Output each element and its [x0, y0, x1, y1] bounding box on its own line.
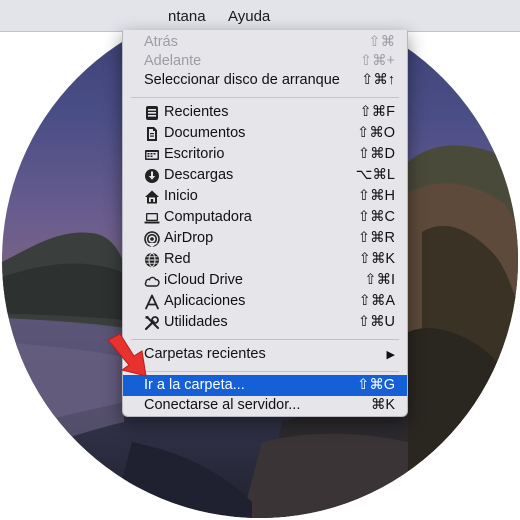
menu-item-shortcut: ⇧⌘O	[357, 125, 395, 141]
menu-item-label: Utilidades	[164, 314, 228, 330]
menu-item-icloud-drive[interactable]: iCloud Drive ⇧⌘I	[123, 270, 407, 291]
menu-item-home[interactable]: Inicio ⇧⌘H	[123, 186, 407, 207]
menu-item-label: Red	[164, 251, 191, 267]
menu-item-label: Atrás	[144, 34, 178, 50]
menu-item-shortcut: ⇧⌘+	[359, 53, 395, 69]
airdrop-icon	[144, 231, 160, 247]
menu-item-forward[interactable]: Adelante ⇧⌘+	[123, 51, 407, 72]
menu-item-label: Documentos	[164, 125, 246, 141]
menu-item-airdrop[interactable]: AirDrop ⇧⌘R	[123, 228, 407, 249]
menu-item-label: AirDrop	[164, 230, 214, 246]
menu-item-downloads[interactable]: Descargas ⌥⌘L	[123, 165, 407, 186]
menu-bar: ntana Ayuda	[0, 0, 520, 32]
menu-item-shortcut: ⇧⌘↑	[361, 72, 395, 88]
menu-item-label: iCloud Drive	[164, 272, 243, 288]
icloud-icon	[144, 276, 160, 287]
menu-item-label: Carpetas recientes	[144, 346, 266, 362]
menu-item-utilities[interactable]: Utilidades ⇧⌘U	[123, 312, 407, 333]
menu-item-network[interactable]: Red ⇧⌘K	[123, 249, 407, 270]
menu-item-label: Escritorio	[164, 146, 225, 162]
menu-separator	[131, 339, 399, 340]
menu-item-shortcut: ⇧⌘K	[358, 251, 395, 267]
menu-item-label: Recientes	[164, 104, 229, 120]
red-arrow-icon	[107, 334, 147, 377]
menu-item-shortcut: ⇧⌘U	[357, 314, 395, 330]
computer-icon	[144, 213, 160, 224]
menu-item-computer[interactable]: Computadora ⇧⌘C	[123, 207, 407, 228]
menu-item-shortcut: ⇧⌘F	[359, 104, 395, 120]
menu-item-label: Computadora	[164, 209, 252, 225]
menu-item-applications[interactable]: Aplicaciones ⇧⌘A	[123, 291, 407, 312]
menu-item-shortcut: ⇧⌘A	[358, 293, 395, 309]
go-menu-dropdown: Atrás ⇧⌘ Adelante ⇧⌘+ Seleccionar disco …	[122, 30, 408, 417]
menu-item-shortcut: ⇧⌘	[368, 34, 395, 50]
menu-item-shortcut: ⇧⌘H	[357, 188, 395, 204]
menu-separator	[131, 97, 399, 98]
menu-item-label: Seleccionar disco de arranque	[144, 72, 340, 88]
menu-item-shortcut: ⇧⌘G	[357, 377, 395, 393]
utilities-icon	[144, 316, 159, 331]
menu-item-shortcut: ⇧⌘R	[357, 230, 395, 246]
menu-item-startup-disk[interactable]: Seleccionar disco de arranque ⇧⌘↑	[123, 70, 407, 91]
menu-item-recent-folders[interactable]: Carpetas recientes ▶	[123, 344, 407, 365]
menu-item-desktop[interactable]: Escritorio ⇧⌘D	[123, 144, 407, 165]
network-icon	[145, 253, 159, 267]
menu-item-shortcut: ⌘K	[370, 397, 395, 413]
menu-item-label: Inicio	[164, 188, 198, 204]
menu-item-label: Ir a la carpeta...	[144, 377, 245, 393]
documents-icon	[147, 127, 157, 141]
applications-icon	[145, 294, 159, 310]
menu-item-connect-server[interactable]: Conectarse al servidor... ⌘K	[123, 395, 407, 416]
recents-icon	[146, 106, 158, 120]
menu-item-label: Adelante	[144, 53, 202, 69]
menu-item-back[interactable]: Atrás ⇧⌘	[123, 32, 407, 53]
menu-bar-window[interactable]: ntana	[168, 8, 206, 25]
menu-item-go-to-folder[interactable]: Ir a la carpeta... ⇧⌘G	[123, 375, 407, 396]
menu-separator	[131, 371, 399, 372]
menu-item-shortcut: ⌥⌘L	[355, 167, 395, 183]
submenu-arrow-icon: ▶	[386, 349, 395, 361]
menu-item-shortcut: ⇧⌘C	[357, 209, 395, 225]
desktop-icon	[145, 150, 159, 160]
downloads-icon	[145, 169, 159, 183]
menu-item-shortcut: ⇧⌘I	[364, 272, 395, 288]
menu-item-documents[interactable]: Documentos ⇧⌘O	[123, 123, 407, 144]
menu-item-label: Conectarse al servidor...	[144, 397, 301, 413]
home-icon	[145, 190, 159, 204]
menu-item-recents[interactable]: Recientes ⇧⌘F	[123, 102, 407, 123]
menu-item-label: Aplicaciones	[164, 293, 246, 309]
menu-item-label: Descargas	[164, 167, 234, 183]
menu-item-shortcut: ⇧⌘D	[357, 146, 395, 162]
menu-bar-help[interactable]: Ayuda	[228, 8, 270, 25]
